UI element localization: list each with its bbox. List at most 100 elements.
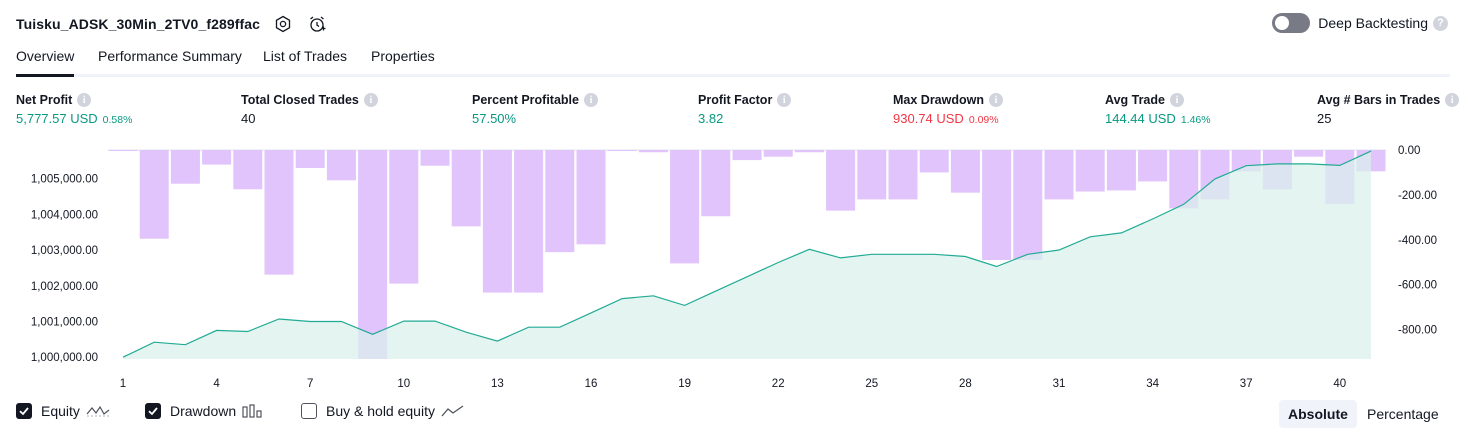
x-axis-tick: 13 — [491, 378, 504, 390]
buy-hold-checkbox[interactable] — [301, 403, 317, 419]
drawdown-checkbox[interactable] — [145, 403, 161, 419]
x-axis-tick: 40 — [1333, 378, 1346, 390]
tab-list-of-trades[interactable]: List of Trades — [263, 48, 347, 74]
stat-percent: 1.46% — [1180, 114, 1211, 126]
stat-max-drawdown: Max Drawdown i 930.74 USD 0.09% — [893, 93, 1003, 126]
drawdown-bar — [482, 150, 512, 293]
tab-properties[interactable]: Properties — [371, 48, 435, 74]
equity-drawdown-chart[interactable]: 1,000,000.00 1,001,000.00 1,002,000.00 1,00… — [0, 140, 1466, 398]
alarm-clock-icon[interactable] — [306, 13, 328, 35]
x-axis-tick: 7 — [307, 378, 313, 390]
percentage-button[interactable]: Percentage — [1358, 400, 1448, 428]
drawdown-bar — [1138, 150, 1168, 182]
drawdown-bar — [576, 150, 606, 245]
info-icon[interactable]: i — [777, 93, 792, 107]
drawdown-bar — [233, 150, 263, 190]
equity-checkbox[interactable] — [16, 403, 32, 419]
info-icon[interactable]: i — [583, 93, 598, 107]
stat-label: Percent Profitable — [472, 93, 579, 107]
x-axis-tick: 1 — [120, 378, 126, 390]
left-axis-tick: 1,001,000.00 — [31, 317, 98, 329]
stat-label: Max Drawdown — [893, 93, 984, 107]
stat-value: 3.82 — [698, 111, 724, 126]
drawdown-bar — [358, 150, 388, 359]
legend-drawdown[interactable]: Drawdown — [145, 403, 264, 419]
drawdown-bar — [139, 150, 169, 239]
drawdown-bar — [326, 150, 356, 181]
stat-value: 40 — [241, 111, 256, 126]
right-axis-tick: -400.00 — [1398, 235, 1437, 247]
x-axis-tick: 28 — [959, 378, 972, 390]
absolute-button[interactable]: Absolute — [1279, 400, 1357, 428]
left-axis-tick: 1,004,000.00 — [31, 209, 98, 221]
stat-total-closed-trades: Total Closed Trades i 40 — [241, 93, 378, 126]
drawdown-bar — [763, 150, 793, 157]
drawdown-bar — [451, 150, 481, 227]
left-axis-tick: 1,003,000.00 — [31, 245, 98, 257]
drawdown-bar — [794, 150, 824, 153]
legend-equity[interactable]: Equity — [16, 403, 110, 419]
drawdown-bar — [295, 150, 325, 168]
x-axis-tick: 16 — [585, 378, 598, 390]
drawdown-bar — [420, 150, 450, 166]
stat-percent: 0.58% — [102, 114, 133, 126]
drawdown-bar — [170, 150, 200, 184]
stat-avg-bars: Avg # Bars in Trades i 25 — [1317, 93, 1460, 126]
left-axis-tick: 1,000,000.00 — [31, 352, 98, 364]
x-axis-tick: 4 — [213, 378, 220, 390]
x-axis-tick: 22 — [772, 378, 785, 390]
stat-profit-factor: Profit Factor i 3.82 — [698, 93, 792, 126]
drawdown-bar — [888, 150, 918, 200]
report-tabs: Overview Performance Summary List of Tra… — [16, 44, 1450, 77]
legend-buy-hold[interactable]: Buy & hold equity — [301, 403, 465, 419]
drawdown-bar — [950, 150, 980, 193]
drawdown-bar — [1294, 150, 1324, 157]
info-icon[interactable]: i — [1445, 93, 1460, 107]
drawdown-label: Drawdown — [170, 403, 237, 419]
tab-overview[interactable]: Overview — [16, 48, 75, 77]
stat-net-profit: Net Profit i 5,777.57 USD 0.58% — [16, 93, 132, 126]
stat-percent: 0.09% — [968, 114, 999, 126]
drawdown-bar — [607, 150, 637, 151]
drawdown-bar — [108, 150, 138, 151]
drawdown-bar — [982, 150, 1012, 261]
drawdown-bar — [264, 150, 294, 275]
drawdown-bar — [202, 150, 232, 165]
drawdown-bar — [1044, 150, 1074, 200]
drawdown-bar — [638, 150, 668, 153]
tab-performance-summary[interactable]: Performance Summary — [98, 48, 242, 74]
stat-label: Total Closed Trades — [241, 93, 359, 107]
drawdown-bar — [1106, 150, 1136, 191]
x-axis-tick: 25 — [865, 378, 878, 390]
info-icon[interactable]: i — [1169, 93, 1184, 107]
equity-line-icon — [86, 404, 110, 418]
info-icon[interactable]: i — [989, 93, 1003, 107]
drawdown-bar — [389, 150, 419, 284]
stat-value: 5,777.57 USD — [16, 111, 98, 126]
strategy-title: Tuisku_ADSK_30Min_2TV0_f289ffac — [16, 16, 261, 32]
buy-hold-line-icon — [441, 404, 465, 418]
drawdown-bar — [701, 150, 731, 217]
x-axis-tick: 37 — [1240, 378, 1253, 390]
right-axis-tick: 0.00 — [1398, 145, 1420, 157]
right-axis-tick: -600.00 — [1398, 280, 1437, 292]
settings-gear-icon[interactable] — [272, 13, 294, 35]
stat-label: Profit Factor — [698, 93, 773, 107]
help-icon[interactable]: ? — [1433, 15, 1448, 31]
right-axis-tick: -800.00 — [1398, 325, 1437, 337]
deep-backtesting-toggle[interactable] — [1272, 13, 1311, 33]
info-icon[interactable]: i — [77, 93, 92, 107]
stat-label: Avg Trade — [1105, 93, 1165, 107]
info-icon[interactable]: i — [363, 93, 378, 107]
x-axis-tick: 19 — [678, 378, 691, 390]
stat-label: Avg # Bars in Trades — [1317, 93, 1441, 107]
strategy-header: Tuisku_ADSK_30Min_2TV0_f289ffac — [16, 12, 328, 36]
x-axis-tick: 31 — [1053, 378, 1066, 390]
deep-backtesting: Deep Backtesting ? — [1272, 13, 1448, 33]
stat-value: 25 — [1317, 111, 1332, 126]
left-axis-tick: 1,002,000.00 — [31, 281, 98, 293]
stat-value: 57.50% — [472, 111, 517, 126]
drawdown-bar — [1013, 150, 1043, 261]
drawdown-bar — [514, 150, 544, 293]
drawdown-bar — [670, 150, 700, 264]
